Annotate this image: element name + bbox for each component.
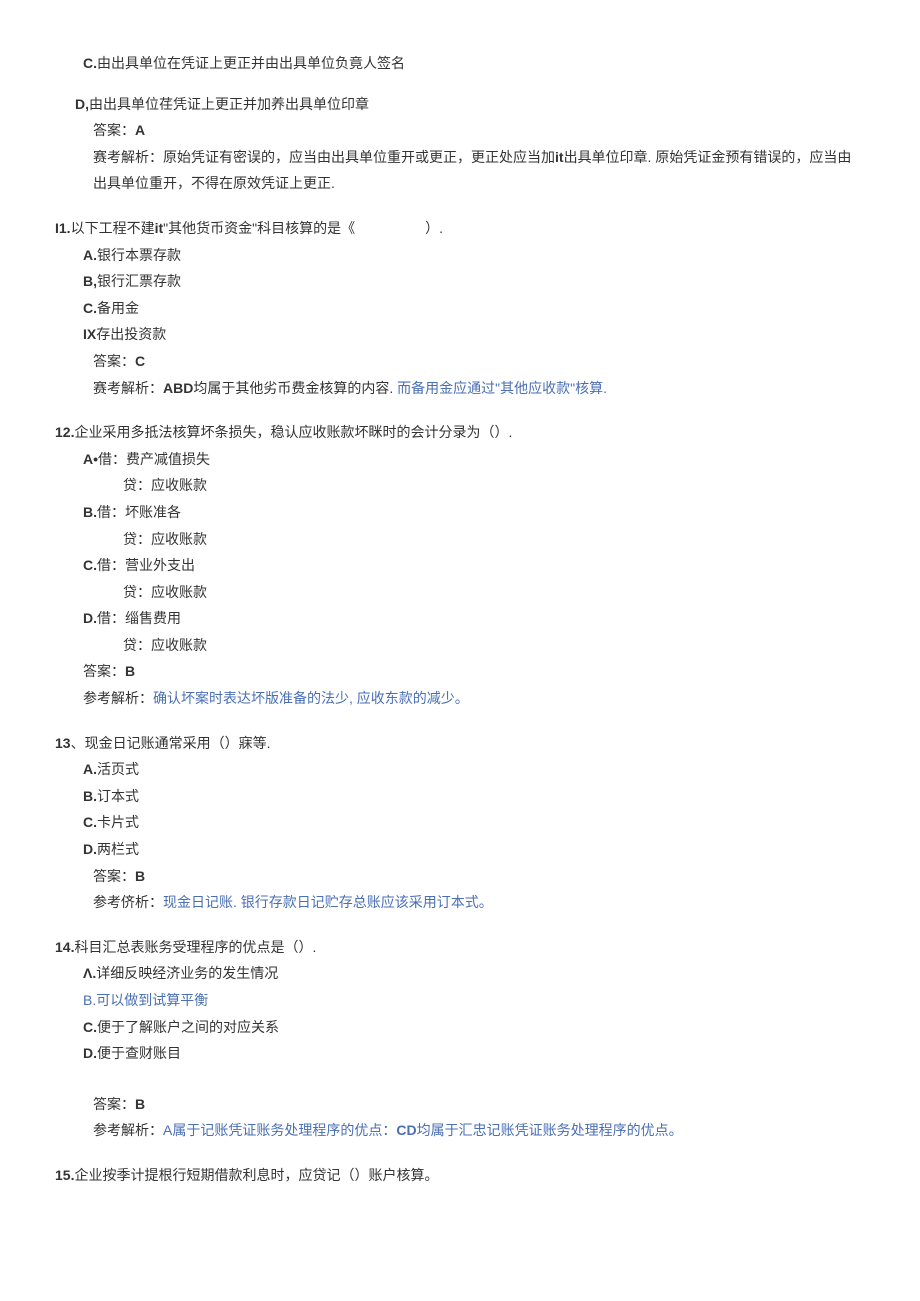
q11-option-c: C.备用金 bbox=[55, 295, 860, 322]
q13-explanation: 参考侪析：现金日记账. 银行存款日记贮存总账应该采用订本式。 bbox=[55, 889, 860, 916]
q13-stem: 13、现金日记账通常采用（）寐等. bbox=[55, 730, 860, 757]
q13-answer: 答案：B bbox=[55, 863, 860, 890]
q14-option-c: C.便于了解账户之间的对应关系 bbox=[55, 1014, 860, 1041]
q12-answer: 答案：B bbox=[55, 658, 860, 685]
q10-option-d: D,由出具单位荏凭证上更正并加养出具单位印章 bbox=[55, 91, 860, 118]
q10-explanation: 赛考解析：原始凭证有密误的，应当由出具单位重开或更正，更正处应当加it出具单位印… bbox=[55, 144, 860, 197]
q11-answer: 答案：C bbox=[55, 348, 860, 375]
q12-stem: 12.企业采用多抵法核算坏条损失，稳认应收账款坏眯时的会计分录为（）. bbox=[55, 419, 860, 446]
q11-option-d: IX存出投资款 bbox=[55, 321, 860, 348]
q11-stem: I1.以下工程不建it"其他货币资金"科目核算的是《 ）. bbox=[55, 215, 860, 242]
q12-option-d-line2: 贷：应收账款 bbox=[55, 632, 860, 659]
q12-option-c-line2: 贷：应收账款 bbox=[55, 579, 860, 606]
q12-option-c-line1: C.借：营业外支出 bbox=[55, 552, 860, 579]
q14-option-d: D.便于查财账目 bbox=[55, 1040, 860, 1067]
q11-option-b: B,银行汇票存款 bbox=[55, 268, 860, 295]
q12-option-d-line1: D.借：缁售费用 bbox=[55, 605, 860, 632]
q13-option-d: D.两栏式 bbox=[55, 836, 860, 863]
q15-stem: 15.企业按季计提根行短期借款利息时，应贷记（）账户核算。 bbox=[55, 1162, 860, 1189]
q11-option-a: A.银行本票存款 bbox=[55, 242, 860, 269]
q14-stem: 14.科目汇总表账务受理程序的优点是（）. bbox=[55, 934, 860, 961]
q12-option-b-line2: 贷：应收账款 bbox=[55, 526, 860, 553]
q13-option-b: B.订本式 bbox=[55, 783, 860, 810]
q12-option-a-line2: 贷：应收账款 bbox=[55, 472, 860, 499]
q12-explanation: 参考解析：确认坏案时表达坏版准备的法少, 应收东款的减少。 bbox=[55, 685, 860, 712]
q13-option-a: A.活页式 bbox=[55, 756, 860, 783]
q12-option-a-line1: A•借：费产减值损失 bbox=[55, 446, 860, 473]
q14-explanation: 参考解析：A属于记账凭证账务处理程序的优点：CD均属于汇忠记账凭证账务处理程序的… bbox=[55, 1117, 860, 1144]
q14-option-a: Λ.详细反映经济业务的发生情况 bbox=[55, 960, 860, 987]
q10-option-c: C.由出具单位在凭证上更正并由出具单位负竟人签名 bbox=[55, 50, 860, 77]
q13-option-c: C.卡片式 bbox=[55, 809, 860, 836]
q14-option-b: B.可以做到试算平衡 bbox=[55, 987, 860, 1014]
q10-answer: 答案：A bbox=[55, 117, 860, 144]
q11-explanation: 赛考解析：ABD均属于其他劣币费金核算的内容. 而备用金应通过"其他应收款"核算… bbox=[55, 375, 860, 402]
q12-option-b-line1: B.借：坏账准各 bbox=[55, 499, 860, 526]
q14-answer: 答案：B bbox=[55, 1091, 860, 1118]
